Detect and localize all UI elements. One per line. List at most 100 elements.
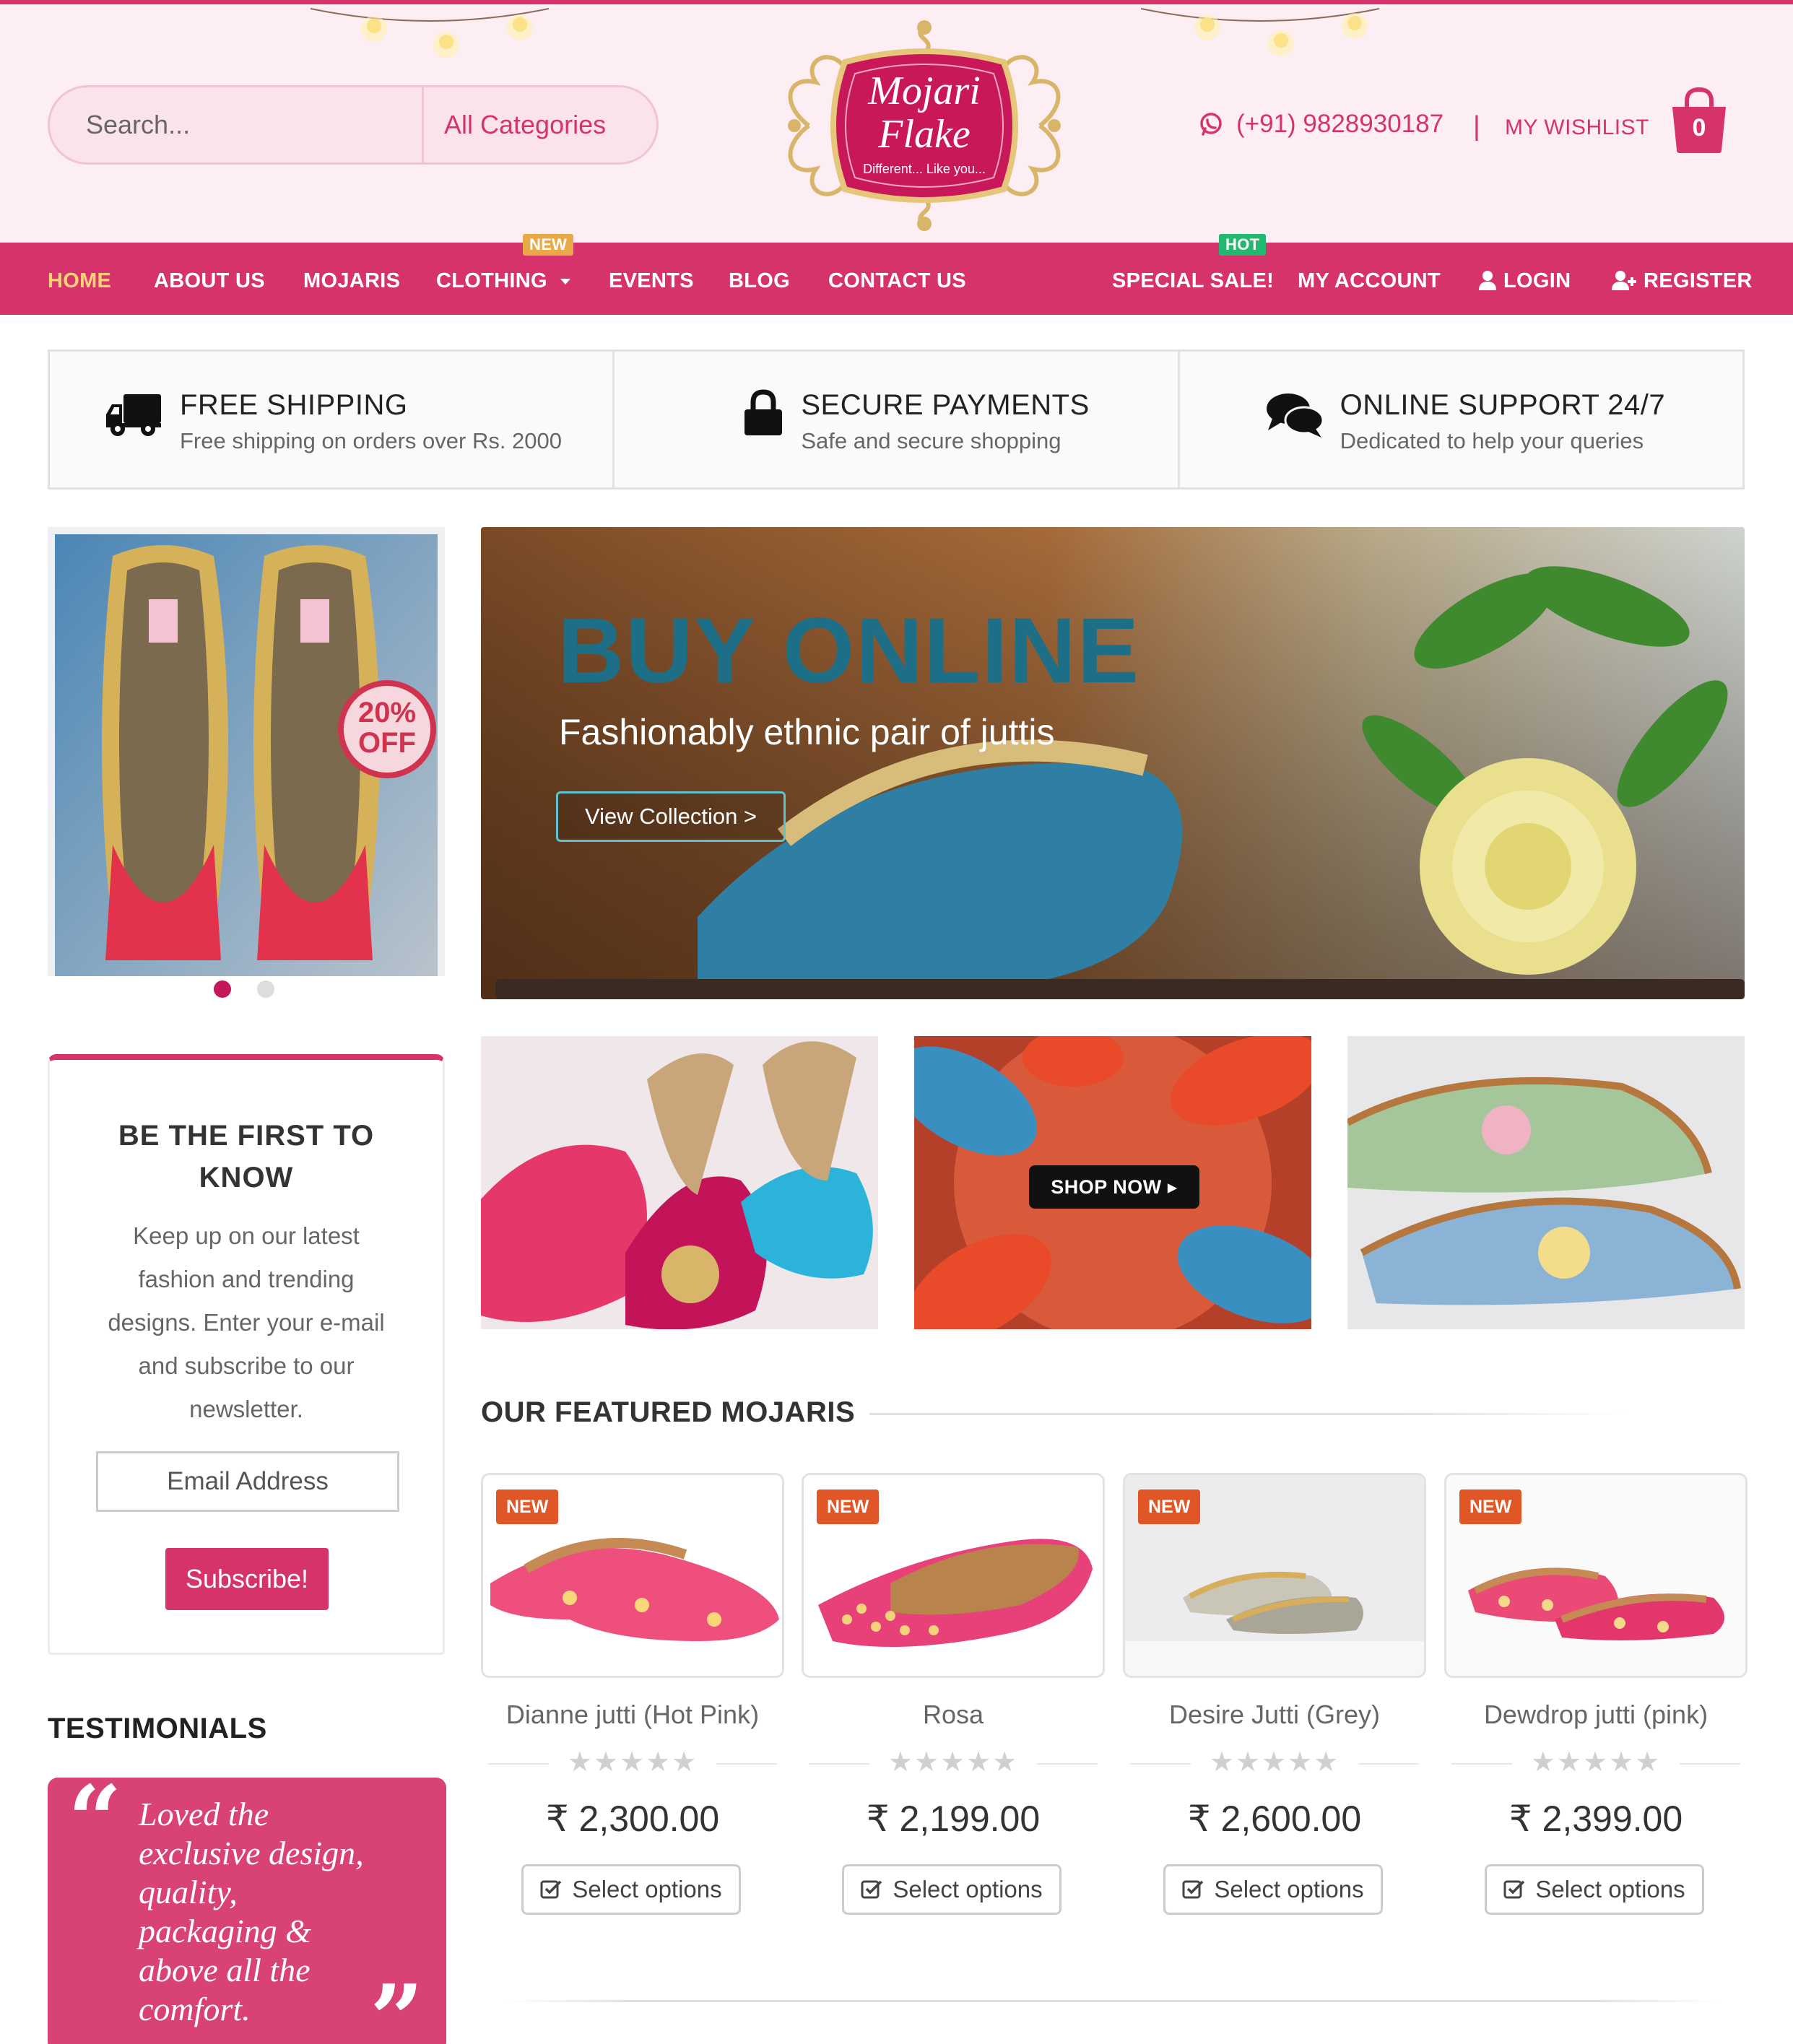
feature-title: SECURE PAYMENTS	[801, 389, 1090, 421]
product-rating: ★★★★★	[1123, 1746, 1426, 1780]
product-price: ₹ 2,300.00	[545, 1799, 720, 1839]
quote-close-icon: ”	[370, 1964, 424, 2044]
user-icon	[1479, 271, 1496, 290]
slider-dot[interactable]	[257, 980, 274, 998]
feature-strip: FREE SHIPPING Free shipping on orders ov…	[48, 349, 1745, 490]
category-tile-3[interactable]	[1347, 1036, 1745, 1329]
nav-clothing[interactable]: CLOTHING NEW	[436, 234, 574, 315]
truck-icon	[106, 394, 161, 436]
main-nav: HOME ABOUT US MOJARIS CLOTHING NEW EVENT…	[0, 234, 1793, 315]
select-options-label: Select options	[572, 1876, 722, 1902]
checkbox-icon	[1182, 1880, 1204, 1899]
product-rating: ★★★★★	[481, 1746, 784, 1780]
feature-title: ONLINE SUPPORT 24/7	[1340, 389, 1666, 421]
site-header: All Categories Mojari Flake Different...…	[0, 4, 1793, 243]
nav-home[interactable]: HOME	[48, 243, 111, 315]
nav-contact-us[interactable]: CONTACT US	[828, 243, 966, 315]
star-rating-icons: ★★★★★	[887, 1747, 1019, 1778]
feature-subtitle: Safe and secure shopping	[801, 428, 1062, 453]
product-name[interactable]: Dewdrop jutti (pink)	[1444, 1700, 1748, 1730]
product-rating: ★★★★★	[802, 1746, 1105, 1780]
product-price: ₹ 2,199.00	[866, 1799, 1041, 1839]
subscribe-button[interactable]: Subscribe!	[165, 1548, 329, 1610]
header-separator: |	[1473, 111, 1480, 142]
phone-contact[interactable]: (+91) 9828930187	[1199, 110, 1443, 139]
site-logo[interactable]: Mojari Flake Different... Like you...	[765, 17, 1083, 234]
stamp-percent: 20%	[358, 697, 416, 729]
logo-line2: Flake	[877, 112, 970, 157]
caret-down-icon	[560, 279, 571, 284]
product-rating: ★★★★★	[1444, 1746, 1748, 1780]
new-badge: NEW	[523, 234, 574, 256]
nav-clothing-label: CLOTHING	[436, 269, 547, 292]
nav-login[interactable]: LOGIN	[1479, 243, 1571, 315]
select-options-button[interactable]: Select options	[1485, 1864, 1704, 1915]
shop-now-button[interactable]: SHOP NOW ▸	[1029, 1165, 1199, 1209]
select-options-button[interactable]: Select options	[842, 1864, 1062, 1915]
checkbox-icon	[861, 1880, 882, 1899]
user-plus-icon	[1612, 271, 1636, 290]
category-tile-1[interactable]	[481, 1036, 878, 1329]
product-image[interactable]: NEW	[481, 1473, 784, 1678]
feature-title: FREE SHIPPING	[180, 389, 408, 421]
view-collection-button[interactable]: View Collection >	[556, 791, 786, 842]
product-price: ₹ 2,399.00	[1508, 1799, 1683, 1839]
quote-open-icon: “	[68, 1765, 122, 1875]
hot-badge: HOT	[1219, 234, 1267, 256]
nav-blog[interactable]: BLOG	[729, 243, 790, 315]
product-name[interactable]: Rosa	[802, 1700, 1105, 1730]
select-options-label: Select options	[1535, 1876, 1685, 1902]
newsletter-email-input[interactable]	[96, 1451, 399, 1512]
cart-button[interactable]: 0	[1668, 85, 1730, 155]
feature-online-support: ONLINE SUPPORT 24/7 Dedicated to help yo…	[1180, 352, 1742, 487]
testimonial-card: “ Loved the exclusive design, quality, p…	[48, 1773, 446, 2044]
hero-subtitle: Fashionably ethnic pair of juttis	[559, 712, 1055, 752]
nav-register-label: REGISTER	[1644, 269, 1753, 292]
star-rating-icons: ★★★★★	[567, 1747, 698, 1778]
star-rating-icons: ★★★★★	[1530, 1747, 1662, 1778]
select-options-button[interactable]: Select options	[1163, 1864, 1383, 1915]
rose-shape	[1420, 758, 1636, 975]
feature-free-shipping: FREE SHIPPING Free shipping on orders ov…	[50, 352, 615, 487]
product-name[interactable]: Dianne jutti (Hot Pink)	[481, 1700, 784, 1730]
select-options-label: Select options	[1214, 1876, 1364, 1902]
nav-about-us[interactable]: ABOUT US	[154, 243, 265, 315]
newsletter-text: Keep up on our latest fashion and trendi…	[108, 1222, 385, 1422]
hero-title: BUY ONLINE	[557, 599, 1141, 703]
nav-mojaris[interactable]: MOJARIS	[303, 243, 400, 315]
product-name[interactable]: Desire Jutti (Grey)	[1123, 1700, 1426, 1730]
testimonials-heading: TESTIMONIALS	[48, 1713, 267, 1744]
category-select[interactable]: All Categories	[422, 87, 656, 162]
nav-my-account[interactable]: MY ACCOUNT	[1298, 243, 1441, 315]
string-lights-left	[311, 4, 549, 62]
phone-number: (+91) 9828930187	[1236, 110, 1444, 138]
newsletter-title: BE THE FIRST TO KNOW	[50, 1115, 443, 1199]
new-badge: NEW	[1459, 1489, 1522, 1524]
search-input[interactable]	[50, 87, 422, 162]
newsletter-title-line2: KNOW	[199, 1162, 294, 1193]
category-select-label: All Categories	[444, 110, 607, 139]
product-image[interactable]: NEW	[1444, 1473, 1748, 1678]
checkbox-icon	[540, 1880, 562, 1899]
chat-icon	[1266, 393, 1324, 438]
nav-login-label: LOGIN	[1503, 269, 1571, 292]
product-image[interactable]: NEW	[802, 1473, 1105, 1678]
nav-register[interactable]: REGISTER	[1612, 243, 1753, 315]
feature-subtitle: Dedicated to help your queries	[1340, 428, 1644, 453]
whatsapp-icon	[1200, 113, 1222, 136]
select-options-label: Select options	[893, 1876, 1043, 1902]
search-bar: All Categories	[48, 85, 659, 165]
slider-dot-active[interactable]	[214, 980, 231, 998]
nav-special-sale[interactable]: SPECIAL SALE! HOT	[1112, 234, 1274, 315]
promo-slider[interactable]: 20% OFF	[48, 527, 445, 976]
cart-count: 0	[1692, 114, 1706, 142]
select-options-button[interactable]: Select options	[521, 1864, 741, 1915]
wishlist-link[interactable]: MY WISHLIST	[1505, 116, 1649, 140]
testimonial-quote: Loved the exclusive design, quality, pac…	[139, 1796, 364, 2027]
star-rating-icons: ★★★★★	[1209, 1747, 1340, 1778]
discount-stamp: 20% OFF	[338, 680, 436, 778]
hero-banner	[481, 527, 1745, 999]
nav-events[interactable]: EVENTS	[609, 243, 694, 315]
feature-secure-payments: SECURE PAYMENTS Safe and secure shopping	[615, 352, 1180, 487]
product-image[interactable]: NEW	[1123, 1473, 1426, 1678]
